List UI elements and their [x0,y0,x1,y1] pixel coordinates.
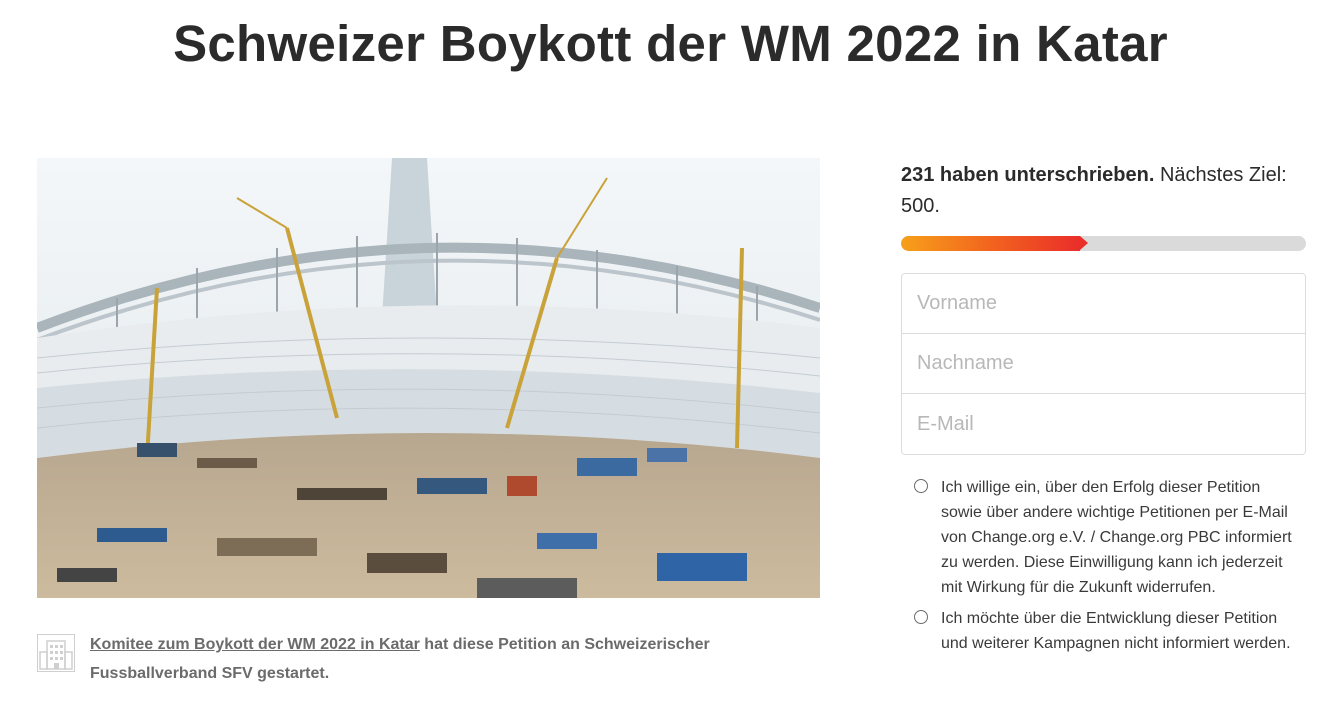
signature-form [901,273,1306,455]
page-title: Schweizer Boykott der WM 2022 in Katar [173,15,1168,72]
consent-opt-in[interactable]: Ich willige ein, über den Erfolg dieser … [901,475,1296,600]
consent-opt-out[interactable]: Ich möchte über die Entwicklung dieser P… [901,606,1296,656]
signature-count: 231 haben unterschrieben. Nächstes Ziel:… [901,160,1306,222]
stadium-construction-photo [37,158,820,598]
opt-in-radio[interactable] [914,479,928,493]
signature-progress-bar [901,236,1306,251]
first-name-field[interactable] [902,274,1305,334]
building-icon [37,634,75,672]
starter-text: Komitee zum Boykott der WM 2022 in Katar… [90,630,770,688]
opt-in-label: Ich willige ein, über den Erfolg dieser … [941,479,1292,596]
signature-panel: 231 haben unterschrieben. Nächstes Ziel:… [901,160,1306,656]
signature-count-strong: 231 haben unterschrieben. [901,164,1155,186]
last-name-field[interactable] [902,334,1305,394]
hero-image [37,158,820,598]
email-field[interactable] [902,394,1305,454]
progress-tip [1080,236,1088,250]
opt-out-label: Ich möchte über die Entwicklung dieser P… [941,610,1291,652]
opt-out-radio[interactable] [914,610,928,624]
starter-author-link[interactable]: Komitee zum Boykott der WM 2022 in Katar [90,636,420,653]
progress-fill [901,236,1080,251]
